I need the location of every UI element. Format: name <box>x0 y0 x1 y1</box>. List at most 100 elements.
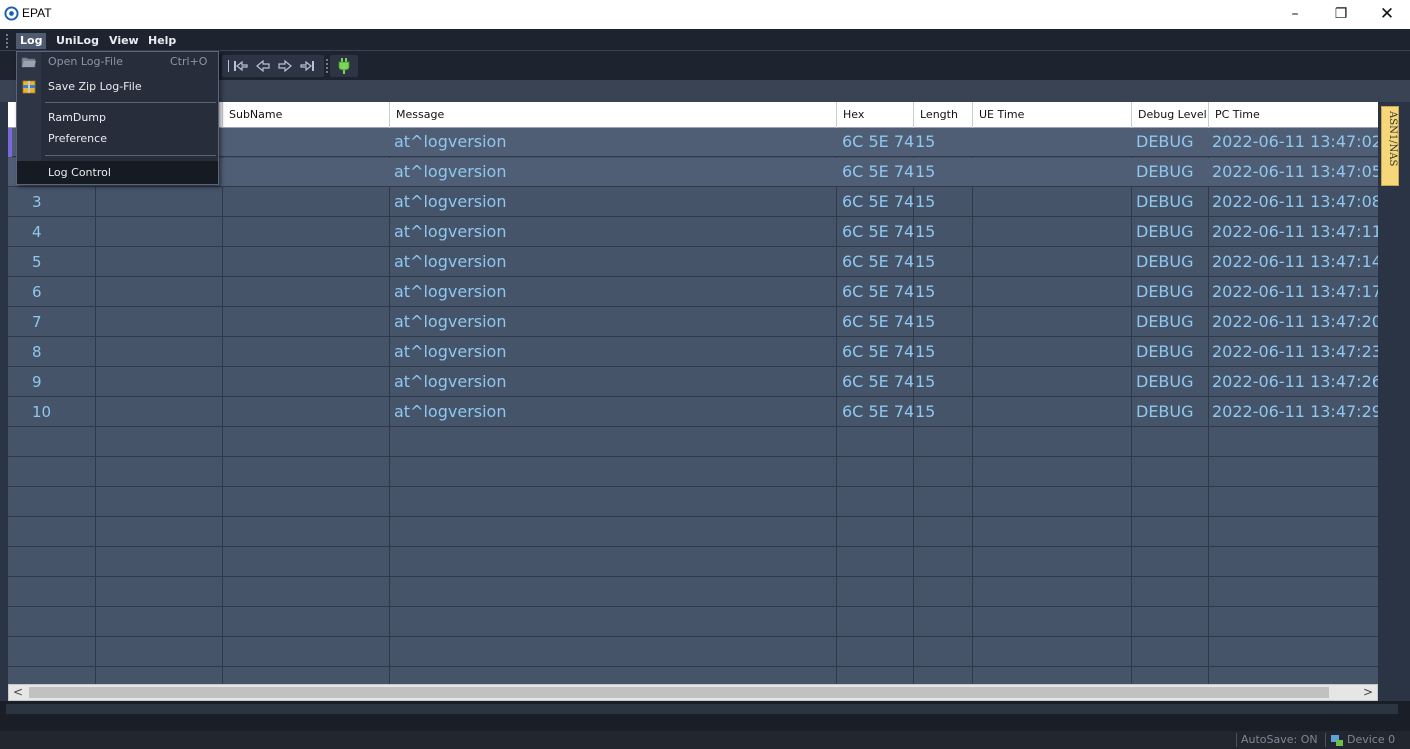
cell-pc-time: 2022-06-11 13:47:08. <box>1212 192 1378 211</box>
grip-handle[interactable] <box>6 34 10 48</box>
table-row-empty <box>8 608 1378 637</box>
column-header-length[interactable]: Length <box>914 102 973 128</box>
table-row[interactable]: 9 at^logversion 6C 5E 74 15 DEBUG 2022-06-11 … <box>8 368 1378 397</box>
cell-hex: 6C 5E 74 <box>842 312 914 331</box>
minimize-button[interactable]: – <box>1272 0 1318 29</box>
table-row[interactable]: 3 at^logversion 6C 5E 74 15 DEBUG 2022-06-11 … <box>8 188 1378 217</box>
status-separator <box>1325 733 1326 747</box>
scroll-left-arrow[interactable]: < <box>11 685 25 700</box>
table-row[interactable]: 10 at^logversion 6C 5E 74 15 DEBUG 2022-06-11… <box>8 398 1378 427</box>
column-header-hex[interactable]: Hex <box>837 102 914 128</box>
cell-hex: 6C 5E 74 <box>842 222 914 241</box>
table-row[interactable]: 5 at^logversion 6C 5E 74 15 DEBUG 2022-06-11 … <box>8 248 1378 277</box>
cell-message: at^logversion <box>394 402 507 421</box>
menu-item-label: Log Control <box>48 166 111 179</box>
menu-item-log-control[interactable]: Log Control <box>17 161 218 184</box>
table-row[interactable]: 7 at^logversion 6C 5E 74 15 DEBUG 2022-06-11 … <box>8 308 1378 337</box>
table-row[interactable]: 4 at^logversion 6C 5E 74 15 DEBUG 2022-06-11 … <box>8 218 1378 247</box>
scrollbar-thumb[interactable] <box>29 687 1329 698</box>
plug-icon[interactable] <box>336 57 352 75</box>
menu-item-label: Save Zip Log-File <box>48 80 142 93</box>
scroll-right-arrow[interactable]: > <box>1361 685 1375 700</box>
toolbar-grip <box>326 59 328 73</box>
cell-length: 15 <box>915 312 936 331</box>
first-icon[interactable] <box>232 59 250 73</box>
cell-message: at^logversion <box>394 222 507 241</box>
menu-help[interactable]: Help <box>144 33 180 49</box>
cell-subname <box>229 188 389 217</box>
horizontal-scrollbar[interactable]: < > <box>8 684 1378 701</box>
cell-pc-time: 2022-06-11 13:47:17. <box>1212 282 1378 301</box>
menu-unilog[interactable]: UniLog <box>52 33 103 49</box>
cell-hex: 6C 5E 74 <box>842 132 914 151</box>
cell-pc-time: 2022-06-11 13:47:29. <box>1212 402 1378 421</box>
last-icon[interactable] <box>298 59 316 73</box>
bottom-panel-splitter[interactable] <box>6 704 1398 714</box>
cell-ue-time <box>978 308 1130 337</box>
table-row[interactable]: 6 at^logversion 6C 5E 74 15 DEBUG 2022-06-11 … <box>8 278 1378 307</box>
close-button[interactable]: ✕ <box>1364 0 1410 29</box>
cell-length: 15 <box>915 282 936 301</box>
menu-item-label: Open Log-File <box>48 55 123 68</box>
column-header-message[interactable]: Message <box>390 102 837 128</box>
cell-pc-time: 2022-06-11 13:47:02. <box>1212 132 1378 151</box>
table-row-empty <box>8 488 1378 517</box>
column-header-subname[interactable]: SubName <box>223 102 390 128</box>
menu-log[interactable]: Log <box>16 33 47 49</box>
cell-level: DEBUG <box>1136 252 1194 271</box>
column-header-ue-time[interactable]: UE Time <box>973 102 1132 128</box>
cell-subname <box>229 368 389 397</box>
epat-logo-icon <box>4 6 19 21</box>
next-icon[interactable] <box>276 59 294 73</box>
menu-item-preference[interactable]: Preference <box>17 129 218 149</box>
cell-message: at^logversion <box>394 282 507 301</box>
autosave-status: AutoSave: ON <box>1241 733 1318 746</box>
cell-subname <box>229 158 389 187</box>
cell-level: DEBUG <box>1136 312 1194 331</box>
menu-item-label: RamDump <box>48 111 106 124</box>
cell-ue-time <box>978 158 1130 187</box>
menu-view[interactable]: View <box>105 33 143 49</box>
cell-message: at^logversion <box>394 132 507 151</box>
cell-ue-time <box>978 368 1130 397</box>
log-menu-dropdown: Open Log-File Ctrl+O Save Zip Log-File R… <box>16 51 219 185</box>
cell-row-number: 9 <box>32 373 42 391</box>
column-header-debug-level[interactable]: Debug Level <box>1132 102 1209 128</box>
cell-subname <box>229 278 389 307</box>
table-row[interactable]: 8 at^logversion 6C 5E 74 15 DEBUG 2022-06-11 … <box>8 338 1378 367</box>
device-status: Device 0 <box>1347 733 1396 746</box>
column-header-pc-time[interactable]: PC Time <box>1209 102 1378 128</box>
cell-ue-time <box>978 218 1130 247</box>
folder-open-icon <box>21 57 36 68</box>
cell-length: 15 <box>915 402 936 421</box>
side-tab-asn1-nas[interactable]: ASN1/NAS <box>1381 106 1399 186</box>
window-title: EPAT <box>22 6 52 20</box>
cell-level: DEBUG <box>1136 402 1194 421</box>
table-row-empty <box>8 548 1378 577</box>
table-row-empty <box>8 518 1378 547</box>
menu-item-open-log-file[interactable]: Open Log-File Ctrl+O <box>17 52 218 72</box>
menu-item-ramdump[interactable]: RamDump <box>17 108 218 128</box>
cell-length: 15 <box>915 132 936 151</box>
title-bar: EPAT – ❐ ✕ <box>0 0 1410 29</box>
cell-length: 15 <box>915 192 936 211</box>
cell-length: 15 <box>915 342 936 361</box>
prev-icon[interactable] <box>254 59 272 73</box>
cell-level: DEBUG <box>1136 162 1194 181</box>
cell-level: DEBUG <box>1136 192 1194 211</box>
cell-hex: 6C 5E 74 <box>842 402 914 421</box>
cell-message: at^logversion <box>394 342 507 361</box>
cell-pc-time: 2022-06-11 13:47:23. <box>1212 342 1378 361</box>
menu-item-shortcut: Ctrl+O <box>170 55 208 68</box>
table-row-empty <box>8 428 1378 457</box>
menu-separator <box>45 102 216 103</box>
cell-message: at^logversion <box>394 312 507 331</box>
cell-hex: 6C 5E 74 <box>842 282 914 301</box>
cell-row-number: 8 <box>32 343 42 361</box>
cell-message: at^logversion <box>394 252 507 271</box>
menu-item-save-zip-log-file[interactable]: Save Zip Log-File <box>17 77 218 97</box>
cell-ue-time <box>978 128 1130 157</box>
cell-subname <box>229 128 389 157</box>
cell-row-number: 6 <box>32 283 42 301</box>
maximize-button[interactable]: ❐ <box>1318 0 1364 29</box>
